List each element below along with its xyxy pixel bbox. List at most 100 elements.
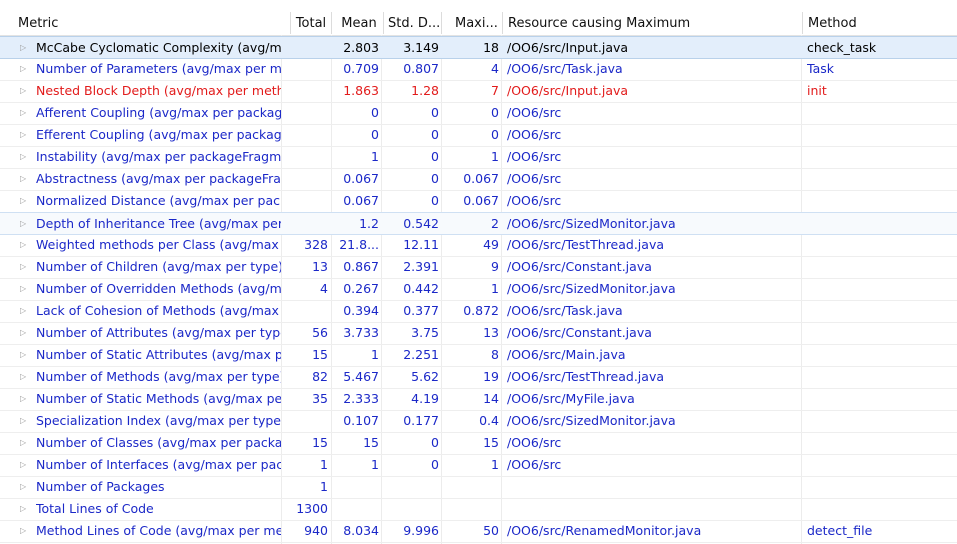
expand-arrow-icon[interactable]: ▷: [20, 432, 30, 454]
expand-arrow-icon[interactable]: ▷: [20, 37, 30, 59]
table-row[interactable]: ▷ Efferent Coupling (avg/max per packageF…: [0, 124, 957, 147]
method-cell: [807, 102, 957, 124]
maximum-cell: 13: [483, 325, 499, 340]
total-cell: 1: [320, 479, 328, 494]
method-cell: [807, 498, 957, 520]
expand-arrow-icon[interactable]: ▷: [20, 234, 30, 256]
method-cell: [807, 366, 957, 388]
method-cell: init: [807, 83, 827, 98]
column-header-resource[interactable]: Resource causing Maximum: [508, 14, 798, 34]
metric-cell: Number of Static Attributes (avg/max per…: [36, 347, 281, 362]
table-row[interactable]: ▷ Lack of Cohesion of Methods (avg/max pe…: [0, 300, 957, 323]
method-cell: check_task: [807, 40, 877, 55]
table-row[interactable]: ▷ Weighted methods per Class (avg/max per…: [0, 234, 957, 257]
expand-arrow-icon[interactable]: ▷: [20, 190, 30, 212]
expand-arrow-icon[interactable]: ▷: [20, 300, 30, 322]
column-divider[interactable]: [502, 12, 503, 34]
mean-cell: 0.067: [343, 193, 379, 208]
column-header-mean[interactable]: Mean: [338, 14, 380, 34]
column-divider[interactable]: [441, 12, 442, 34]
mean-cell: [334, 498, 379, 520]
expand-arrow-icon[interactable]: ▷: [20, 388, 30, 410]
table-row[interactable]: ▷ Number of Overridden Methods (avg/max p…: [0, 278, 957, 301]
column-header-maximum[interactable]: Maxi...: [455, 14, 500, 34]
table-row[interactable]: ▷ McCabe Cyclomatic Complexity (avg/max p…: [0, 36, 957, 59]
expand-arrow-icon[interactable]: ▷: [20, 124, 30, 146]
column-header-std-dev[interactable]: Std. D...: [388, 14, 440, 34]
table-row[interactable]: ▷ Number of Attributes (avg/max per type)…: [0, 322, 957, 345]
metric-cell: Number of Static Methods (avg/max per ty…: [36, 391, 281, 406]
mean-cell: 0.107: [343, 413, 379, 428]
table-row[interactable]: ▷ Instability (avg/max per packageFragmen…: [0, 146, 957, 169]
total-cell: [282, 102, 328, 124]
table-row[interactable]: ▷ Normalized Distance (avg/max per packag…: [0, 190, 957, 213]
expand-arrow-icon[interactable]: ▷: [20, 520, 30, 542]
table-row[interactable]: ▷ Total Lines of Code 1300: [0, 498, 957, 521]
maximum-cell: 0: [491, 105, 499, 120]
method-cell: [807, 344, 957, 366]
table-row[interactable]: ▷ Nested Block Depth (avg/max per method)…: [0, 80, 957, 103]
column-header-method[interactable]: Method: [808, 14, 948, 34]
mean-cell: 21.8...: [339, 237, 379, 252]
maximum-cell: [443, 476, 499, 498]
mean-cell: 8.034: [343, 523, 379, 538]
std-dev-cell: 0: [431, 149, 439, 164]
mean-cell: 0: [371, 105, 379, 120]
table-row[interactable]: ▷ Number of Children (avg/max per type) 13…: [0, 256, 957, 279]
table-row[interactable]: ▷ Number of Static Attributes (avg/max pe…: [0, 344, 957, 367]
expand-arrow-icon[interactable]: ▷: [20, 146, 30, 168]
total-cell: 15: [312, 435, 328, 450]
std-dev-cell: 0: [431, 193, 439, 208]
std-dev-cell: 2.251: [403, 347, 439, 362]
total-cell: [282, 190, 328, 212]
resource-cell: /OO6/src/Task.java: [507, 61, 623, 76]
table-row[interactable]: ▷ Number of Classes (avg/max per packageF…: [0, 432, 957, 455]
column-header-total[interactable]: Total: [294, 14, 328, 34]
expand-arrow-icon[interactable]: ▷: [20, 498, 30, 520]
std-dev-cell: 0.177: [403, 413, 439, 428]
expand-arrow-icon[interactable]: ▷: [20, 58, 30, 80]
mean-cell: 2.803: [343, 40, 379, 55]
column-divider[interactable]: [802, 12, 803, 34]
resource-cell: /OO6/src/Constant.java: [507, 325, 652, 340]
column-divider[interactable]: [383, 12, 384, 34]
table-row[interactable]: ▷ Method Lines of Code (avg/max per metho…: [0, 520, 957, 543]
maximum-cell: 19: [483, 369, 499, 384]
expand-arrow-icon[interactable]: ▷: [20, 102, 30, 124]
table-row[interactable]: ▷ Specialization Index (avg/max per type)…: [0, 410, 957, 433]
expand-arrow-icon[interactable]: ▷: [20, 80, 30, 102]
std-dev-cell: 0: [431, 171, 439, 186]
method-cell: [807, 146, 957, 168]
expand-arrow-icon[interactable]: ▷: [20, 454, 30, 476]
resource-cell: [507, 498, 802, 520]
table-row[interactable]: ▷ Depth of Inheritance Tree (avg/max per …: [0, 212, 957, 235]
metric-cell: Number of Packages: [36, 479, 165, 494]
table-row[interactable]: ▷ Number of Static Methods (avg/max per t…: [0, 388, 957, 411]
method-cell: [807, 410, 957, 432]
column-divider[interactable]: [290, 12, 291, 34]
table-row[interactable]: ▷ Number of Packages 1: [0, 476, 957, 499]
mean-cell: 0.867: [343, 259, 379, 274]
metric-cell: Number of Classes (avg/max per packageFr…: [36, 435, 281, 450]
metric-cell: Specialization Index (avg/max per type): [36, 413, 281, 428]
table-row[interactable]: ▷ Abstractness (avg/max per packageFragme…: [0, 168, 957, 191]
mean-cell: 3.733: [343, 325, 379, 340]
expand-arrow-icon[interactable]: ▷: [20, 476, 30, 498]
expand-arrow-icon[interactable]: ▷: [20, 366, 30, 388]
expand-arrow-icon[interactable]: ▷: [20, 168, 30, 190]
expand-arrow-icon[interactable]: ▷: [20, 322, 30, 344]
column-header-metric[interactable]: Metric: [18, 14, 278, 34]
table-row[interactable]: ▷ Number of Parameters (avg/max per metho…: [0, 58, 957, 81]
expand-arrow-icon[interactable]: ▷: [20, 256, 30, 278]
std-dev-cell: 9.996: [403, 523, 439, 538]
expand-arrow-icon[interactable]: ▷: [20, 410, 30, 432]
table-row[interactable]: ▷ Number of Methods (avg/max per type) 82 5…: [0, 366, 957, 389]
expand-arrow-icon[interactable]: ▷: [20, 344, 30, 366]
expand-arrow-icon[interactable]: ▷: [20, 213, 30, 235]
column-divider[interactable]: [331, 12, 332, 34]
table-row[interactable]: ▷ Afferent Coupling (avg/max per packageF…: [0, 102, 957, 125]
maximum-cell: [443, 498, 499, 520]
expand-arrow-icon[interactable]: ▷: [20, 278, 30, 300]
resource-cell: /OO6/src/SizedMonitor.java: [507, 281, 676, 296]
table-row[interactable]: ▷ Number of Interfaces (avg/max per packa…: [0, 454, 957, 477]
